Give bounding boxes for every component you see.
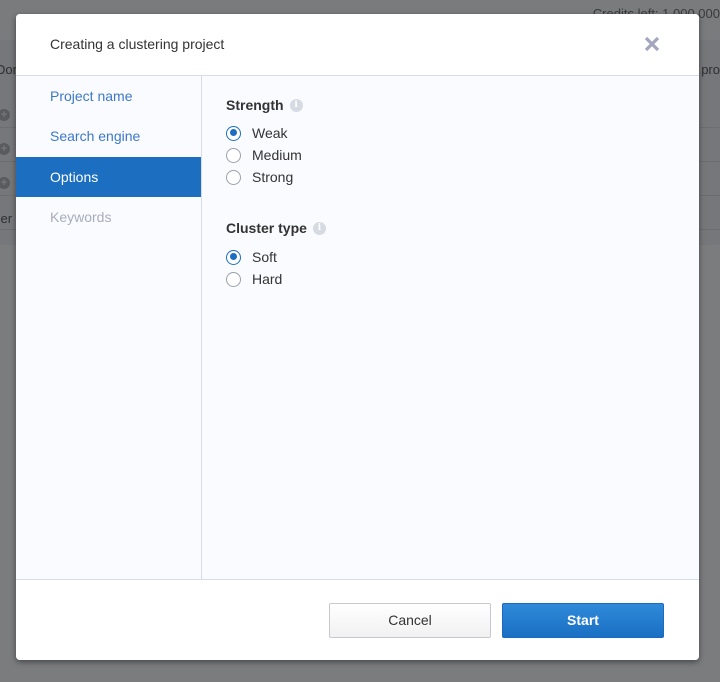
info-icon[interactable]: i <box>312 221 326 235</box>
radio-button-checked[interactable] <box>226 125 241 141</box>
wizard-steps-sidebar: Project name Search engine Options Keywo… <box>16 76 202 579</box>
table-header-left: Dor <box>0 62 17 77</box>
strength-option-medium[interactable]: Medium <box>226 145 302 165</box>
options-content: Strength i Weak Medium Strong Cluster ty… <box>202 76 699 579</box>
cluster-type-section-title: Cluster type i <box>226 220 326 236</box>
create-clustering-project-dialog: Creating a clustering project Project na… <box>16 14 699 660</box>
strength-section-title: Strength i <box>226 97 303 113</box>
table-row-fragment: ser <box>0 211 13 226</box>
step-search-engine[interactable]: Search engine <box>16 116 201 156</box>
step-options[interactable]: Options <box>16 157 201 197</box>
radio-label: Strong <box>252 169 294 185</box>
info-icon[interactable]: i <box>289 98 303 112</box>
modal-body: Project name Search engine Options Keywo… <box>16 76 699 579</box>
step-project-name[interactable]: Project name <box>16 76 201 116</box>
radio-label: Weak <box>252 125 288 141</box>
modal-footer: Cancel Start <box>16 579 699 660</box>
table-header-right: pro <box>701 62 720 77</box>
radio-label: Soft <box>252 249 277 265</box>
close-button[interactable] <box>643 34 661 54</box>
cluster-type-title: Cluster type <box>226 220 307 236</box>
radio-button-checked[interactable] <box>226 249 241 265</box>
step-keywords: Keywords <box>50 209 112 225</box>
radio-button[interactable] <box>226 271 241 287</box>
radio-label: Medium <box>252 147 302 163</box>
cluster-type-option-soft[interactable]: Soft <box>226 247 277 267</box>
modal-header: Creating a clustering project <box>16 14 699 76</box>
start-button[interactable]: Start <box>502 603 664 638</box>
cluster-type-option-hard[interactable]: Hard <box>226 269 282 289</box>
modal-title: Creating a clustering project <box>50 36 225 52</box>
strength-option-strong[interactable]: Strong <box>226 167 293 187</box>
close-icon <box>644 36 660 52</box>
radio-label: Hard <box>252 271 283 287</box>
radio-button[interactable] <box>226 147 241 163</box>
strength-option-weak[interactable]: Weak <box>226 123 288 143</box>
radio-button[interactable] <box>226 169 241 185</box>
strength-title: Strength <box>226 97 284 113</box>
cancel-button[interactable]: Cancel <box>329 603 491 638</box>
